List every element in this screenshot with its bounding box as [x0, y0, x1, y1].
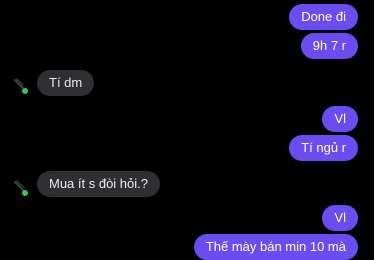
- outgoing-message[interactable]: Tí ngủ r: [289, 135, 358, 161]
- message-text: Mua ít s đòi hỏi.?: [49, 176, 148, 191]
- contact-avatar-icon[interactable]: [12, 76, 32, 96]
- incoming-message[interactable]: Tí dm: [37, 70, 95, 96]
- outgoing-message[interactable]: Vl: [322, 106, 358, 132]
- message-text: Vl: [334, 111, 346, 126]
- message-text: Tí dm: [49, 75, 83, 90]
- message-text: 9h 7 r: [312, 38, 346, 53]
- message-text: Done đi: [301, 9, 346, 24]
- outgoing-message[interactable]: Done đi: [289, 4, 358, 30]
- outgoing-message[interactable]: Thế mày bán min 10 mà: [193, 234, 358, 260]
- incoming-message[interactable]: Mua ít s đòi hỏi.?: [37, 171, 160, 197]
- outgoing-message[interactable]: Vl: [322, 205, 358, 231]
- message-text: Thế mày bán min 10 mà: [205, 239, 346, 254]
- contact-avatar-icon[interactable]: [12, 178, 32, 198]
- chat-thread: { "thread": { "messages": [ {"side": "ou…: [0, 0, 374, 260]
- outgoing-message[interactable]: 9h 7 r: [300, 33, 358, 59]
- message-text: Vl: [334, 210, 346, 225]
- online-status-dot: [22, 88, 28, 94]
- message-text: Tí ngủ r: [301, 140, 346, 155]
- online-status-dot: [22, 190, 28, 196]
